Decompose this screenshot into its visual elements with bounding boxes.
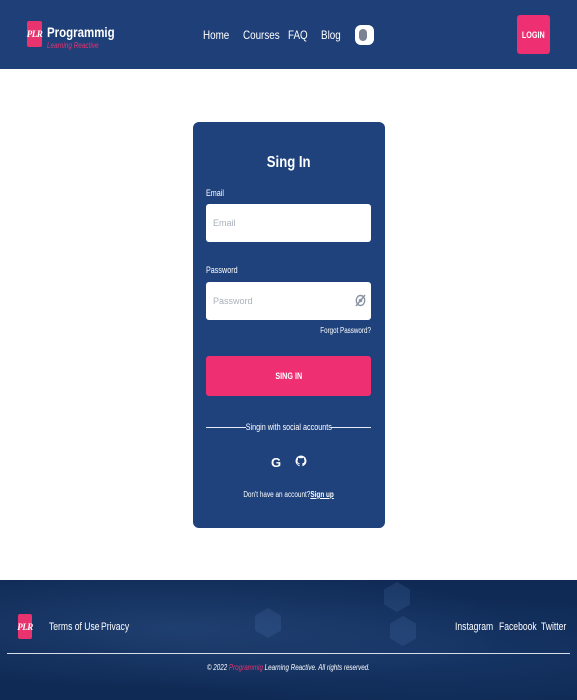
divider-right (331, 427, 371, 428)
copyright-brand: Programmig (228, 663, 263, 672)
theme-toggle[interactable] (355, 25, 374, 45)
footer-background (0, 580, 577, 700)
signin-card (193, 122, 385, 528)
footer-divider (7, 653, 570, 654)
email-label: Email (206, 188, 225, 198)
toggle-icon (359, 29, 367, 41)
page-title: Sing In (266, 154, 311, 171)
copyright-text: © 2022 Programmig Learning Reactive. All… (207, 663, 370, 672)
footer-link-instagram[interactable]: Instagram (455, 621, 493, 633)
brand-name[interactable]: Programmig (47, 24, 115, 40)
signup-link[interactable]: Sign up (311, 490, 334, 499)
footer-link-terms[interactable]: Terms of Use (49, 621, 100, 633)
eye-slash-icon[interactable] (355, 294, 366, 307)
signin-button-label: SING IN (275, 371, 302, 381)
signup-prompt: Don't have an account?Sign up (193, 490, 385, 499)
brand-logo[interactable]: PLR (27, 21, 43, 47)
password-label: Password (206, 265, 238, 275)
nav-faq[interactable]: FAQ (288, 28, 308, 42)
footer-link-twitter[interactable]: Twitter (541, 621, 566, 633)
footer-link-facebook[interactable]: Facebook (499, 621, 537, 633)
footer-link-privacy[interactable]: Privacy (101, 621, 129, 633)
github-icon[interactable] (294, 454, 308, 470)
nav-home[interactable]: Home (203, 28, 229, 42)
nav-courses[interactable]: Courses (243, 28, 280, 42)
footer-logo[interactable]: PLR (17, 614, 33, 639)
no-account-text: Don't have an account? (243, 490, 311, 499)
login-button-label: LOGIN (522, 29, 545, 40)
signin-button[interactable]: SING IN (206, 356, 371, 396)
google-icon[interactable]: G (269, 454, 283, 470)
top-navbar: PLR Programmig Learning Reactive Home Co… (0, 0, 577, 69)
password-field[interactable] (206, 282, 371, 320)
email-field[interactable] (206, 204, 371, 242)
nav-blog[interactable]: Blog (321, 28, 341, 42)
footer (0, 580, 577, 700)
brand-tagline: Learning Reactive (47, 41, 99, 50)
login-button[interactable]: LOGIN (517, 15, 550, 54)
forgot-password-link[interactable]: Forgot Password? (300, 326, 371, 335)
